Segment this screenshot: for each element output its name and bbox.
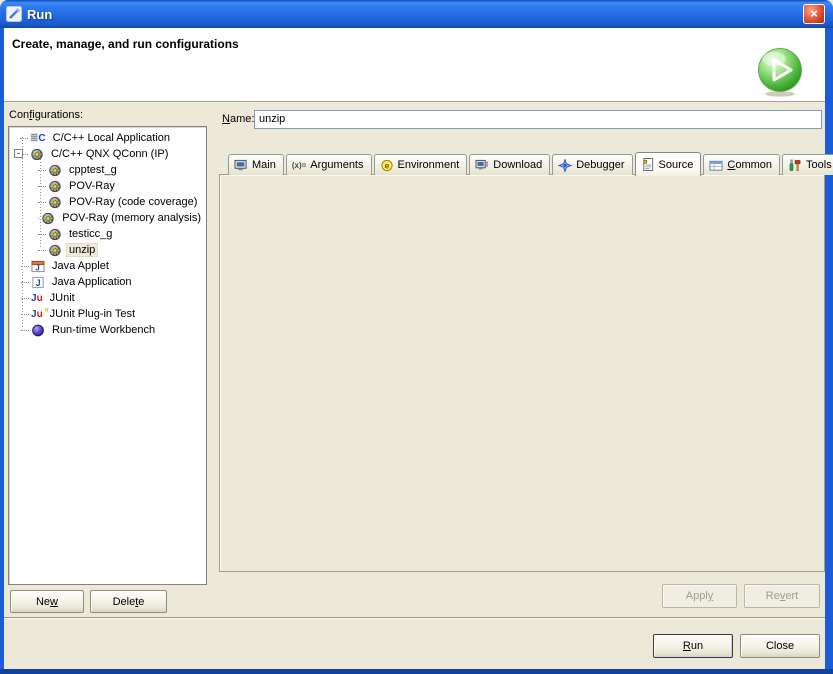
banner-message: Create, manage, and run configurations <box>12 37 239 51</box>
window-title: Run <box>27 7 52 22</box>
arguments-tab-icon: (x)= <box>292 161 306 170</box>
run-button[interactable]: Run <box>653 634 733 658</box>
source-tab-icon <box>641 158 655 171</box>
tab-tools[interactable]: Tools <box>782 154 833 175</box>
gear-icon <box>48 228 62 241</box>
close-button[interactable]: × <box>803 4 825 24</box>
tree-item-java-application[interactable]: J Java Application <box>11 274 204 290</box>
window-border <box>0 669 833 674</box>
tab-debugger[interactable]: Debugger <box>552 154 632 175</box>
window-icon <box>6 6 22 22</box>
main-tab-icon <box>234 159 248 172</box>
footer-separator <box>4 617 825 619</box>
workbench-icon <box>31 324 45 337</box>
name-input[interactable]: unzip <box>254 110 822 129</box>
java-application-icon: J <box>31 276 45 289</box>
close-icon: × <box>810 6 818 21</box>
junit-icon: Ju <box>31 292 43 305</box>
name-label: Name: <box>222 113 254 125</box>
tree-item-cpp-local-application[interactable]: ≣C C/C++ Local Application <box>11 130 204 146</box>
tab-main[interactable]: Main <box>228 154 284 175</box>
tab-common[interactable]: Common <box>703 154 780 175</box>
tree-item-pov-ray[interactable]: POV-Ray <box>11 178 204 194</box>
tab-source[interactable]: Source <box>635 152 702 176</box>
tree-item-junit[interactable]: Ju JUnit <box>11 290 204 306</box>
svg-text:J: J <box>36 278 41 288</box>
tree-item-junit-plugin-test[interactable]: Ju» JUnit Plug-in Test <box>11 306 204 322</box>
revert-button[interactable]: Revert <box>744 584 820 608</box>
environment-tab-icon: e <box>380 159 394 172</box>
configurations-label: Configurations: <box>9 109 83 121</box>
close-dialog-button[interactable]: Close <box>740 634 820 658</box>
gear-icon <box>30 148 44 161</box>
download-tab-icon <box>475 159 489 172</box>
gear-icon <box>48 244 62 257</box>
junit-plugin-icon: Ju» <box>31 308 43 321</box>
tree-item-unzip[interactable]: unzip <box>11 242 204 258</box>
apply-button[interactable]: Apply <box>662 584 737 608</box>
tree-item-testicc_g[interactable]: testicc_g <box>11 226 204 242</box>
cpp-local-icon: ≣C <box>30 132 46 145</box>
tab-environment[interactable]: e Environment <box>374 154 468 175</box>
tab-download[interactable]: Download <box>469 154 550 175</box>
gear-icon <box>48 196 62 209</box>
configurations-tree[interactable]: ≣C C/C++ Local Application - C/C++ QNX Q… <box>8 126 207 585</box>
collapse-expander-icon[interactable]: - <box>14 149 23 158</box>
tab-arguments[interactable]: (x)= Arguments <box>286 154 372 175</box>
tree-item-cpp-qnx-qconn[interactable]: - C/C++ QNX QConn (IP) <box>11 146 204 162</box>
gear-icon <box>48 164 62 177</box>
tree-item-pov-ray-memory-analysis[interactable]: POV-Ray (memory analysis) <box>11 210 204 226</box>
svg-text:e: e <box>384 160 389 170</box>
dialog-banner: Create, manage, and run configurations <box>4 28 825 102</box>
gear-icon <box>48 180 62 193</box>
gear-icon <box>41 212 55 225</box>
titlebar[interactable]: Run × <box>0 0 833 28</box>
run-banner-icon <box>755 46 805 98</box>
tools-tab-icon <box>788 159 802 172</box>
tree-item-runtime-workbench[interactable]: Run-time Workbench <box>11 322 204 338</box>
new-button[interactable]: New <box>10 590 84 613</box>
tree-item-cpptest_g[interactable]: cpptest_g <box>11 162 204 178</box>
run-dialog-window: Run × Create, manage, and run configurat… <box>0 0 833 674</box>
debugger-tab-icon <box>558 159 572 172</box>
tab-bar: Main (x)= Arguments e Environment Downlo… <box>228 152 833 175</box>
java-applet-icon: J <box>31 260 45 273</box>
window-border <box>825 28 833 674</box>
tree-item-pov-ray-code-coverage[interactable]: POV-Ray (code coverage) <box>11 194 204 210</box>
tree-item-java-applet[interactable]: J Java Applet <box>11 258 204 274</box>
source-tab-panel <box>219 174 825 572</box>
common-tab-icon <box>709 159 723 172</box>
delete-button[interactable]: Delete <box>90 590 167 613</box>
svg-text:J: J <box>35 263 39 272</box>
window-border <box>0 28 4 674</box>
